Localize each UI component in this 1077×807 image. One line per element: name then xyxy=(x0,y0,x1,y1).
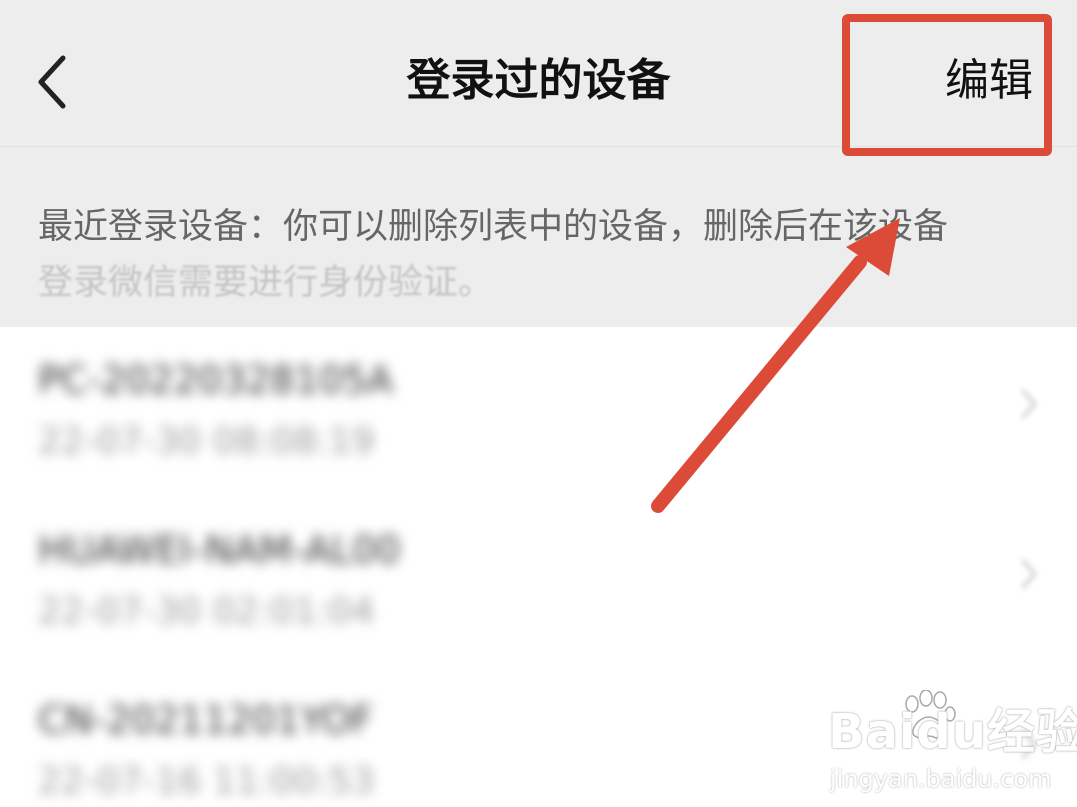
page-title: 登录过的设备 xyxy=(406,55,671,106)
device-item[interactable]: CN-20211201YOF 22-07-16 11:00:53 xyxy=(0,667,1077,807)
device-item[interactable]: PC-20220328105A 22-07-30 08:08:19 xyxy=(0,327,1077,497)
navigation-bar: 登录过的设备 编辑 xyxy=(0,0,1077,147)
device-item[interactable]: HUAWEI-NAM-AL00 22-07-30 02:01:04 xyxy=(0,497,1077,667)
info-text-primary: 最近登录设备：你可以删除列表中的设备，删除后在该设备 xyxy=(38,207,949,247)
info-section: 最近登录设备：你可以删除列表中的设备，删除后在该设备 登录微信需要进行身份验证。 xyxy=(0,147,1077,327)
device-login-time: 22-07-16 11:00:53 xyxy=(38,761,375,802)
edit-button[interactable]: 编辑 xyxy=(945,48,1033,114)
info-text-secondary: 登录微信需要进行身份验证。 xyxy=(38,263,494,303)
device-name: HUAWEI-NAM-AL00 xyxy=(38,528,401,572)
chevron-right-icon xyxy=(1021,389,1037,419)
chevron-right-icon xyxy=(1021,559,1037,589)
device-name: PC-20220328105A xyxy=(38,358,394,402)
device-login-time: 22-07-30 08:08:19 xyxy=(38,421,375,462)
screen: 登录过的设备 编辑 最近登录设备：你可以删除列表中的设备，删除后在该设备 登录微… xyxy=(0,0,1077,807)
device-login-time: 22-07-30 02:01:04 xyxy=(38,591,375,632)
device-list: PC-20220328105A 22-07-30 08:08:19 HUAWEI… xyxy=(0,327,1077,807)
device-name: CN-20211201YOF xyxy=(38,698,373,742)
chevron-right-icon xyxy=(1021,729,1037,759)
info-text: 最近登录设备：你可以删除列表中的设备，删除后在该设备 登录微信需要进行身份验证。 xyxy=(38,199,1028,311)
